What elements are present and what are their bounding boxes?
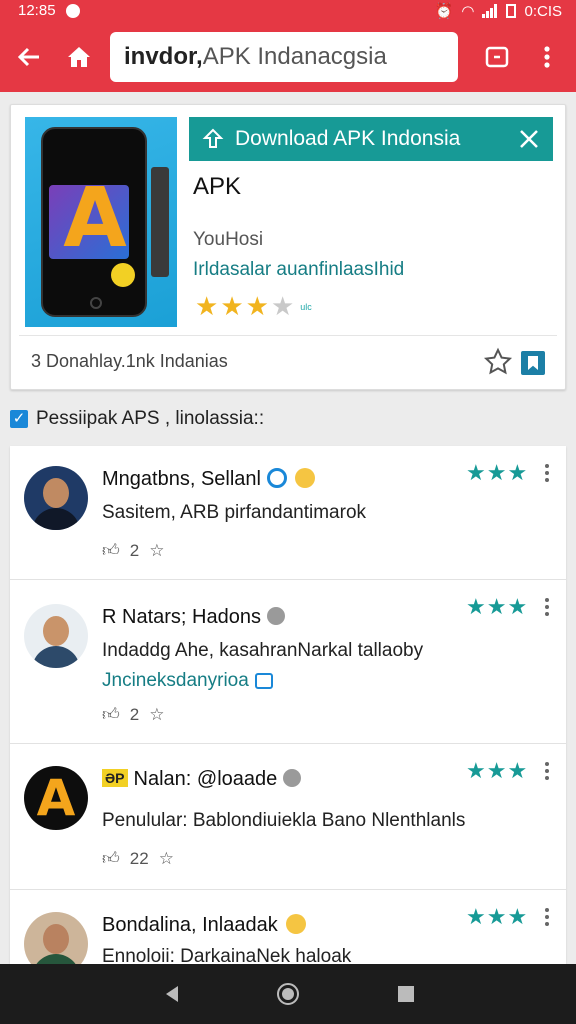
download-count: 3 Donahlay.1nk Indanias xyxy=(31,351,228,371)
star-outline-icon[interactable]: ☆ xyxy=(149,705,164,725)
globe-icon xyxy=(266,607,285,625)
like-count: 2 xyxy=(129,540,140,560)
reviewer-name: R Natars; Hadons xyxy=(102,606,285,629)
thumbs-up-icon[interactable]: 👍︎ xyxy=(102,540,120,561)
recents-nav-icon[interactable] xyxy=(394,982,418,1006)
review-text-secondary: Jncineksdanyrioa xyxy=(102,670,273,692)
review-item[interactable]: Bondalina, Inlaadak Ennoloii: DarkainaNe… xyxy=(10,890,566,964)
star-half-icon: ★ xyxy=(270,291,295,321)
app-title: APK xyxy=(193,173,242,200)
favorite-star-icon[interactable] xyxy=(483,347,513,377)
emoji-icon xyxy=(285,914,306,934)
status-right-text: 0:CIS xyxy=(524,2,562,20)
review-meta: 👍︎ 22 ☆ xyxy=(102,848,174,869)
app-card[interactable]: A Download APK Indonsia APK YouHosi Irld… xyxy=(10,104,566,390)
divider xyxy=(19,335,557,336)
emoji-icon xyxy=(294,468,315,488)
section-label: Pessiipak APS , linolassia:: xyxy=(36,408,265,429)
review-item[interactable]: A ƏP Nalan: @loaade Penulular: Bablondiui… xyxy=(10,744,566,890)
app-developer: YouHosi xyxy=(193,229,264,250)
system-nav-bar xyxy=(0,964,576,1024)
section-header[interactable]: ✓ Pessiipak APS , linolassia:: xyxy=(10,408,264,430)
reviewer-name: Mngatbns, Sellanl xyxy=(102,468,315,491)
more-vert-icon[interactable] xyxy=(540,762,554,782)
section-checkbox[interactable]: ✓ xyxy=(10,410,28,428)
status-icons: ⏰ ◠ 0:CIS xyxy=(434,2,562,21)
star-icon: ★ xyxy=(220,291,244,321)
thumbs-up-icon[interactable]: 👍︎ xyxy=(102,848,120,869)
review-stars: ★★★ xyxy=(466,594,529,619)
star-icon: ★ xyxy=(195,291,219,321)
review-item[interactable]: R Natars; Hadons Indaddg Ahe, kasahranNa… xyxy=(10,580,566,744)
globe-icon xyxy=(283,769,302,787)
tabs-icon[interactable] xyxy=(480,40,514,74)
review-stars: ★★★ xyxy=(466,904,529,929)
lock-icon xyxy=(254,673,273,689)
signal-icon xyxy=(482,4,498,18)
review-meta: 👍︎ 2 ☆ xyxy=(102,540,164,561)
app-rating: ★ ★ ★ ★ ulc xyxy=(195,291,312,322)
phone-mockup-image: A xyxy=(41,127,147,317)
more-vert-icon[interactable] xyxy=(540,598,554,618)
battery-icon xyxy=(506,4,517,18)
app-logo-icon: A xyxy=(36,769,76,827)
home-nav-icon[interactable] xyxy=(276,982,300,1006)
review-item[interactable]: Mngatbns, Sellanl Sasitem, ARB pirfandan… xyxy=(10,446,566,580)
back-arrow-icon[interactable] xyxy=(12,40,46,74)
verified-icon xyxy=(266,468,287,488)
bookmark-icon[interactable] xyxy=(521,351,545,375)
avatar xyxy=(24,604,88,668)
avatar: A xyxy=(24,766,88,830)
more-vert-icon[interactable] xyxy=(540,464,554,484)
review-meta: 👍︎ 2 ☆ xyxy=(102,704,164,725)
reviewer-name: ƏP Nalan: @loaade xyxy=(102,768,302,791)
like-count: 22 xyxy=(129,848,149,868)
search-query-rest: APK Indanacgsia xyxy=(202,43,387,70)
close-icon[interactable] xyxy=(515,125,543,153)
browser-toolbar: invdor, APK Indanacgsia xyxy=(0,22,576,92)
review-text: Penulular: Bablondiuiekla Bano Nlenthlan… xyxy=(102,810,466,831)
reviewer-name: Bondalina, Inlaadak xyxy=(102,914,306,937)
download-icon xyxy=(202,128,224,148)
status-time: 12:85 xyxy=(18,2,56,19)
review-stars: ★★★ xyxy=(466,460,529,485)
star-icon: ★ xyxy=(245,291,269,321)
review-list: Mngatbns, Sellanl Sasitem, ARB pirfandan… xyxy=(10,446,566,964)
star-outline-icon[interactable]: ☆ xyxy=(149,541,164,561)
review-text: Sasitem, ARB pirfandantimarok xyxy=(102,502,367,523)
tag-badge: ƏP xyxy=(102,769,128,787)
notification-icon xyxy=(66,4,80,18)
search-input[interactable]: invdor, APK Indanacgsia xyxy=(110,32,458,82)
review-stars: ★★★ xyxy=(466,758,529,783)
back-nav-icon[interactable] xyxy=(160,982,184,1006)
avatar xyxy=(24,466,88,530)
like-count: 2 xyxy=(129,704,140,724)
more-vert-icon[interactable] xyxy=(540,908,554,928)
rating-caption: ulc xyxy=(300,301,312,312)
download-banner-label: Download APK Indonsia xyxy=(235,127,461,150)
star-outline-icon[interactable]: ☆ xyxy=(159,849,174,869)
app-logo-icon: A xyxy=(63,171,127,266)
more-vert-icon[interactable] xyxy=(530,40,564,74)
app-subtitle: Irldasalar auanfinlaasIhid xyxy=(193,259,405,280)
alarm-icon: ⏰ xyxy=(434,3,454,20)
status-bar: 12:85 ⏰ ◠ 0:CIS xyxy=(0,0,576,22)
review-text: Ennoloii: DarkainaNek haloak xyxy=(102,946,352,964)
review-text: Indaddg Ahe, kasahranNarkal tallaoby xyxy=(102,640,424,661)
app-thumbnail: A xyxy=(25,117,177,327)
search-query-text: invdor, xyxy=(124,43,203,70)
download-banner[interactable]: Download APK Indonsia xyxy=(189,117,553,161)
home-icon[interactable] xyxy=(62,40,96,74)
thumbs-up-icon[interactable]: 👍︎ xyxy=(102,704,120,725)
wifi-icon: ◠ xyxy=(461,3,475,20)
avatar xyxy=(24,912,88,964)
